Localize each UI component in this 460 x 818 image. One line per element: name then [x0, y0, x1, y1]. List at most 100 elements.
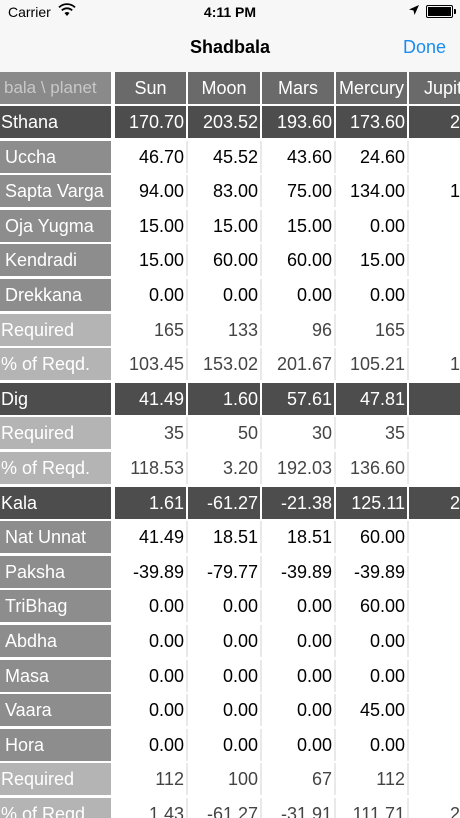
table-cell: 60.00	[262, 244, 336, 276]
table-row[interactable]: Sapta Varga94.0083.0075.00134.00120.	[0, 175, 460, 209]
table-cell: 35	[336, 417, 409, 449]
table-cell: 103.45	[115, 348, 188, 380]
navigation-bar: Shadbala Done	[0, 24, 460, 72]
table-cell: 0.00	[188, 729, 262, 761]
table-cell: 0.00	[262, 694, 336, 726]
table-row[interactable]: Required 35 50 30 35	[0, 417, 460, 451]
table-row[interactable]: % of Reqd.1.43-61.27-31.91111.71206.	[0, 798, 460, 818]
table-row[interactable]: Nat Unnat41.4918.5118.5160.0041.	[0, 521, 460, 555]
shadbala-table[interactable]: bala \ planet Sun Moon Mars Mercury Jupi…	[0, 72, 460, 818]
table-cell: 201.67	[262, 348, 336, 380]
table-cell: 231.	[409, 487, 460, 519]
row-label: Hora	[0, 729, 113, 761]
table-cell: 15.00	[262, 210, 336, 242]
table-cell: -61.27	[188, 487, 262, 519]
table-row[interactable]: Kendradi15.0060.0060.0015.0060.	[0, 244, 460, 278]
table-cell: 111.71	[336, 798, 409, 818]
table-row[interactable]: Abdha0.000.000.000.000.	[0, 625, 460, 659]
row-label: Required	[0, 417, 113, 449]
table-cell: 1.60	[188, 383, 262, 415]
table-cell: 192.03	[262, 452, 336, 484]
table-row[interactable]: Masa0.000.000.000.0030.	[0, 660, 460, 694]
row-label: Kala	[0, 487, 113, 519]
table-cell: 24.60	[336, 141, 409, 173]
table-cell: 221.	[409, 106, 460, 138]
table-cell: 0.00	[115, 660, 188, 692]
table-cell: 45.00	[336, 694, 409, 726]
table-cell: 50	[188, 417, 262, 449]
table-cell: 165	[115, 314, 188, 346]
table-cell: 15.00	[336, 244, 409, 276]
table-cell: 0.00	[336, 210, 409, 242]
table-cell: 30.	[409, 660, 460, 692]
row-label: Sthana	[0, 106, 113, 138]
table-cell: 125.11	[336, 487, 409, 519]
table-cell: 0.00	[115, 279, 188, 311]
table-cell: 26.	[409, 141, 460, 173]
table-cell: 134.00	[336, 175, 409, 207]
table-row[interactable]: Required112100671121	[0, 763, 460, 797]
table-cell: 94.00	[115, 175, 188, 207]
row-label: Drekkana	[0, 279, 113, 311]
page-title: Shadbala	[189, 37, 271, 57]
row-label: Required	[0, 314, 113, 346]
corner-header: bala \ planet	[0, 72, 113, 104]
table-row[interactable]: Drekkana0.000.000.000.000.	[0, 279, 460, 313]
section-row[interactable]: Dig41.491.6057.6147.8126.	[0, 383, 460, 417]
table-cell: -39.89	[336, 556, 409, 588]
table-row[interactable]: % of Reqd.118.533.20192.03136.6074.	[0, 452, 460, 486]
table-cell: 134.	[409, 348, 460, 380]
table-cell: 0.00	[262, 625, 336, 657]
table-row[interactable]: Required165133961651	[0, 314, 460, 348]
done-button[interactable]: Done	[403, 37, 446, 58]
table-row[interactable]: Vaara0.000.000.0045.000.	[0, 694, 460, 728]
table-cell: 0.	[409, 694, 460, 726]
table-cell: 170.70	[115, 106, 188, 138]
table-row[interactable]: TriBhag0.000.000.0060.0060.	[0, 590, 460, 624]
table-cell: 136.60	[336, 452, 409, 484]
table-row[interactable]: Paksha-39.89-79.77-39.89-39.8999.	[0, 556, 460, 590]
table-cell: 0.00	[115, 694, 188, 726]
table-cell: 0.00	[115, 729, 188, 761]
section-row[interactable]: Sthana170.70203.52193.60173.60221.	[0, 106, 460, 140]
section-row[interactable]: Kala1.61-61.27-21.38125.11231.	[0, 487, 460, 521]
table-cell: 105.21	[336, 348, 409, 380]
table-row[interactable]: % of Reqd.103.45153.02201.67105.21134.	[0, 348, 460, 382]
table-cell: 1.61	[115, 487, 188, 519]
table-cell: 15.00	[188, 210, 262, 242]
table-cell: 18.51	[188, 521, 262, 553]
table-cell: 99.	[409, 556, 460, 588]
table-cell: 60.00	[336, 590, 409, 622]
table-row[interactable]: Hora0.000.000.000.000.	[0, 729, 460, 763]
column-header[interactable]: Mercury	[336, 72, 409, 104]
row-label: Uccha	[0, 141, 113, 173]
table-row[interactable]: Oja Yugma15.0015.0015.000.0015.	[0, 210, 460, 244]
table-row[interactable]: Uccha46.7045.5243.6024.6026.	[0, 141, 460, 175]
table-cell: 60.00	[188, 244, 262, 276]
column-header[interactable]: Sun	[115, 72, 188, 104]
table-cell: 0.	[409, 729, 460, 761]
status-bar: Carrier 4:11 PM	[0, 0, 460, 24]
location-arrow-icon	[409, 5, 419, 15]
row-label: Required	[0, 763, 113, 795]
table-cell: 26.	[409, 383, 460, 415]
table-cell: 45.52	[188, 141, 262, 173]
table-cell: 57.61	[262, 383, 336, 415]
column-header[interactable]: Jupite	[409, 72, 460, 104]
table-cell: -21.38	[262, 487, 336, 519]
table-cell: 203.52	[188, 106, 262, 138]
table-cell: 46.70	[115, 141, 188, 173]
table-cell: 35	[115, 417, 188, 449]
table-cell: 0.00	[336, 729, 409, 761]
table-cell: 0.00	[336, 660, 409, 692]
table-cell: 75.00	[262, 175, 336, 207]
column-header[interactable]: Mars	[262, 72, 336, 104]
row-label: % of Reqd.	[0, 348, 113, 380]
column-header[interactable]: Moon	[188, 72, 262, 104]
row-label: Kendradi	[0, 244, 113, 276]
table-cell: 18.51	[262, 521, 336, 553]
table-cell: 0.00	[188, 625, 262, 657]
table-cell: 1.43	[115, 798, 188, 818]
table-cell: 60.	[409, 244, 460, 276]
table-header-row: bala \ planet Sun Moon Mars Mercury Jupi…	[0, 72, 460, 106]
